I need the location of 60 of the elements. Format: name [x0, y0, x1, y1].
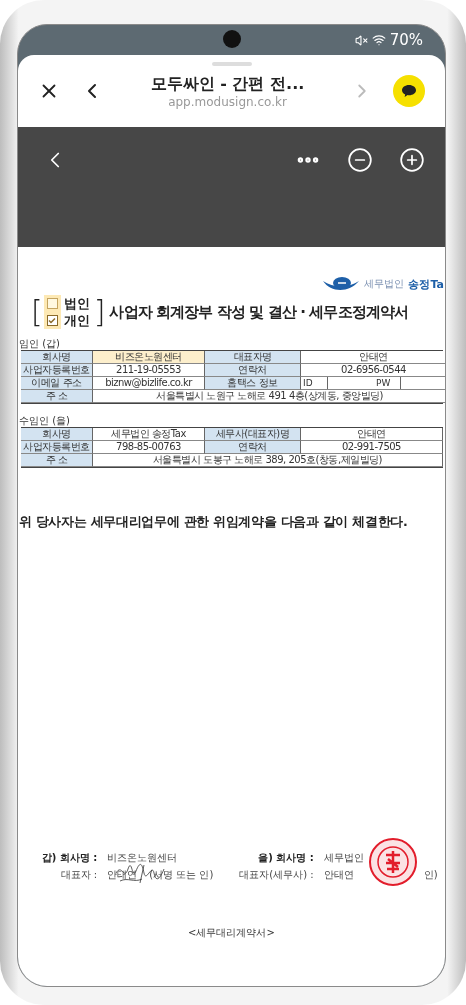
checkbox[interactable]	[46, 298, 58, 309]
table-cell: 회사명	[21, 428, 93, 441]
representative-label: 대표자 :	[59, 868, 98, 882]
seal-stamp	[368, 837, 418, 887]
company-name: 세무법인	[323, 851, 364, 865]
table-cell: 798-85-00763	[93, 441, 205, 454]
company-logo-name: 송정Ta	[408, 276, 444, 292]
checkbox[interactable]	[46, 315, 58, 326]
table-cell: 세무사(대표자)명	[205, 428, 301, 441]
table-cell: ID	[301, 377, 328, 389]
table-cell: biznw@bizlife.co.kr	[93, 377, 205, 390]
company-label: 을) 회사명 :	[257, 851, 314, 865]
bracket-mark: [	[31, 297, 43, 327]
company-name: 비즈온노원센터	[107, 851, 178, 865]
signature-note: 인)	[423, 868, 438, 882]
camera-hole	[222, 30, 241, 48]
table-cell: 02-991-7505	[301, 441, 443, 454]
table-cell: 회사명	[21, 351, 93, 364]
wifi-icon	[371, 33, 386, 47]
table-cell: 홈택스 정보	[205, 377, 301, 390]
table-cell: 주 소	[21, 454, 93, 467]
signature-note: (서명 또는 인)	[149, 868, 214, 882]
party-heading: 임인 (갑)	[19, 337, 61, 350]
table-cell: 서울특별시 도봉구 노해로 389, 205호(창동,제일빌딩)	[93, 454, 443, 467]
representative-label: 대표자(세무사) :	[238, 868, 314, 882]
table-cell: 안태연	[301, 351, 445, 364]
table-cell: 211-19-05553	[93, 364, 205, 377]
sheet-handle[interactable]	[211, 62, 252, 66]
table-cell: 사업자등록번호	[21, 441, 93, 454]
checkbox-label: 법인	[63, 295, 90, 312]
table-cell: 세무법인 송정Tax	[93, 428, 205, 441]
representative-name: 안태연	[323, 868, 354, 882]
page-title: 모두싸인 - 간편 전...	[150, 73, 305, 95]
representative-name: 안태연	[107, 868, 138, 882]
table-cell: 서울특별시 노원구 노해로 491 4층(상계동, 중앙빌딩)	[93, 390, 445, 403]
table-cell: 비즈온노원센터	[93, 351, 205, 364]
chat-button[interactable]	[393, 75, 425, 107]
table-cell: 주 소	[21, 390, 93, 403]
table-cell: 연락처	[205, 364, 301, 377]
table-cell: 대표자명	[205, 351, 301, 364]
table-cell: 연락처	[205, 441, 301, 454]
table-cell: 이메일 주소	[21, 377, 93, 390]
page-url: app.modusign.co.kr	[168, 94, 287, 109]
document-footer: <세무대리계약서>	[19, 926, 444, 940]
bracket-mark: ]	[93, 297, 106, 327]
table-cell: 02-6956-0544	[301, 364, 445, 377]
zoom-out-button[interactable]	[347, 147, 373, 173]
document-title: 사업자 회계장부 작성 및 결산 · 세무조정계약서	[109, 302, 409, 322]
mute-icon	[354, 33, 368, 47]
battery-level: 70%	[389, 31, 423, 49]
checkbox-label: 개인	[63, 312, 90, 329]
party-heading: 수임인 (을)	[19, 414, 71, 427]
logo-caption: 세무법인	[364, 277, 405, 291]
table-cell: 사업자등록번호	[21, 364, 93, 377]
zoom-in-button[interactable]	[399, 147, 425, 173]
speech-bubble-icon[interactable]	[401, 84, 417, 98]
table-cell: PW	[374, 377, 401, 389]
agreement-statement: 위 당사자는 세무대리업무에 관한 위임계약을 다음과 같이 체결한다.	[19, 514, 409, 531]
table-cell: 안태연	[301, 428, 443, 441]
company-label: 갑) 회사명 :	[40, 851, 98, 865]
